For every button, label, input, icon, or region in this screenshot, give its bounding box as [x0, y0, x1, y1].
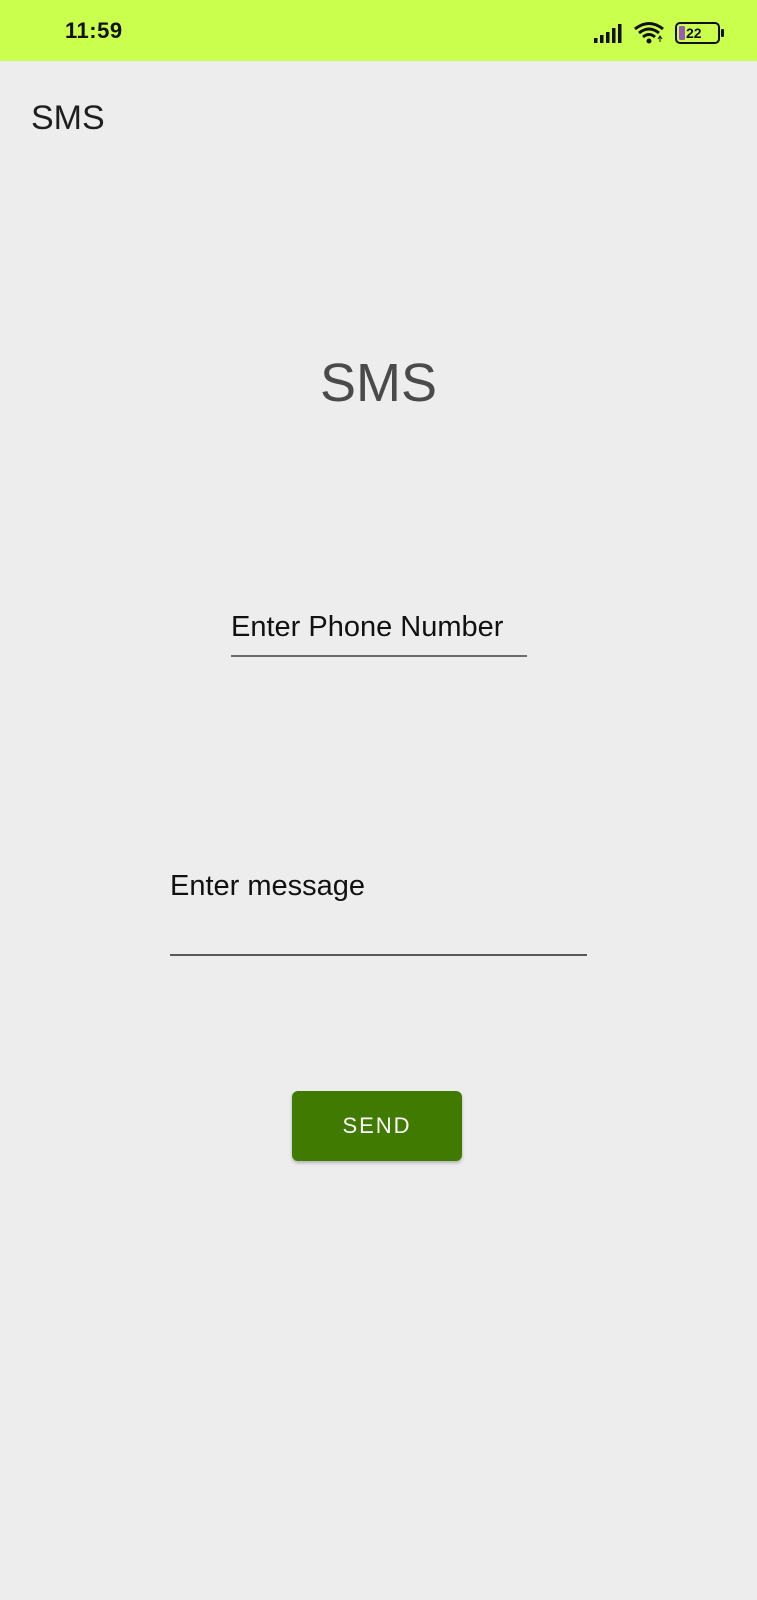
battery-level: 22 [686, 25, 702, 41]
battery-icon: 22 [675, 22, 725, 44]
send-button[interactable]: SEND [292, 1091, 462, 1161]
status-time: 11:59 [65, 18, 123, 43]
signal-icon [594, 24, 622, 43]
page-heading: SMS [319, 353, 438, 413]
phone-number-input[interactable]: Enter Phone Number [231, 605, 527, 657]
status-bar: 11:59 22 [0, 0, 757, 61]
wifi-icon [634, 22, 664, 44]
phone-number-placeholder: Enter Phone Number [231, 611, 504, 643]
status-icons: 22 [593, 20, 725, 46]
app-screen: 11:59 22 SMS SMS Enter Phone Number Ente… [0, 0, 757, 1600]
message-input[interactable]: Enter message [170, 866, 587, 956]
app-bar-title: SMS [31, 99, 105, 137]
message-placeholder: Enter message [170, 870, 366, 902]
